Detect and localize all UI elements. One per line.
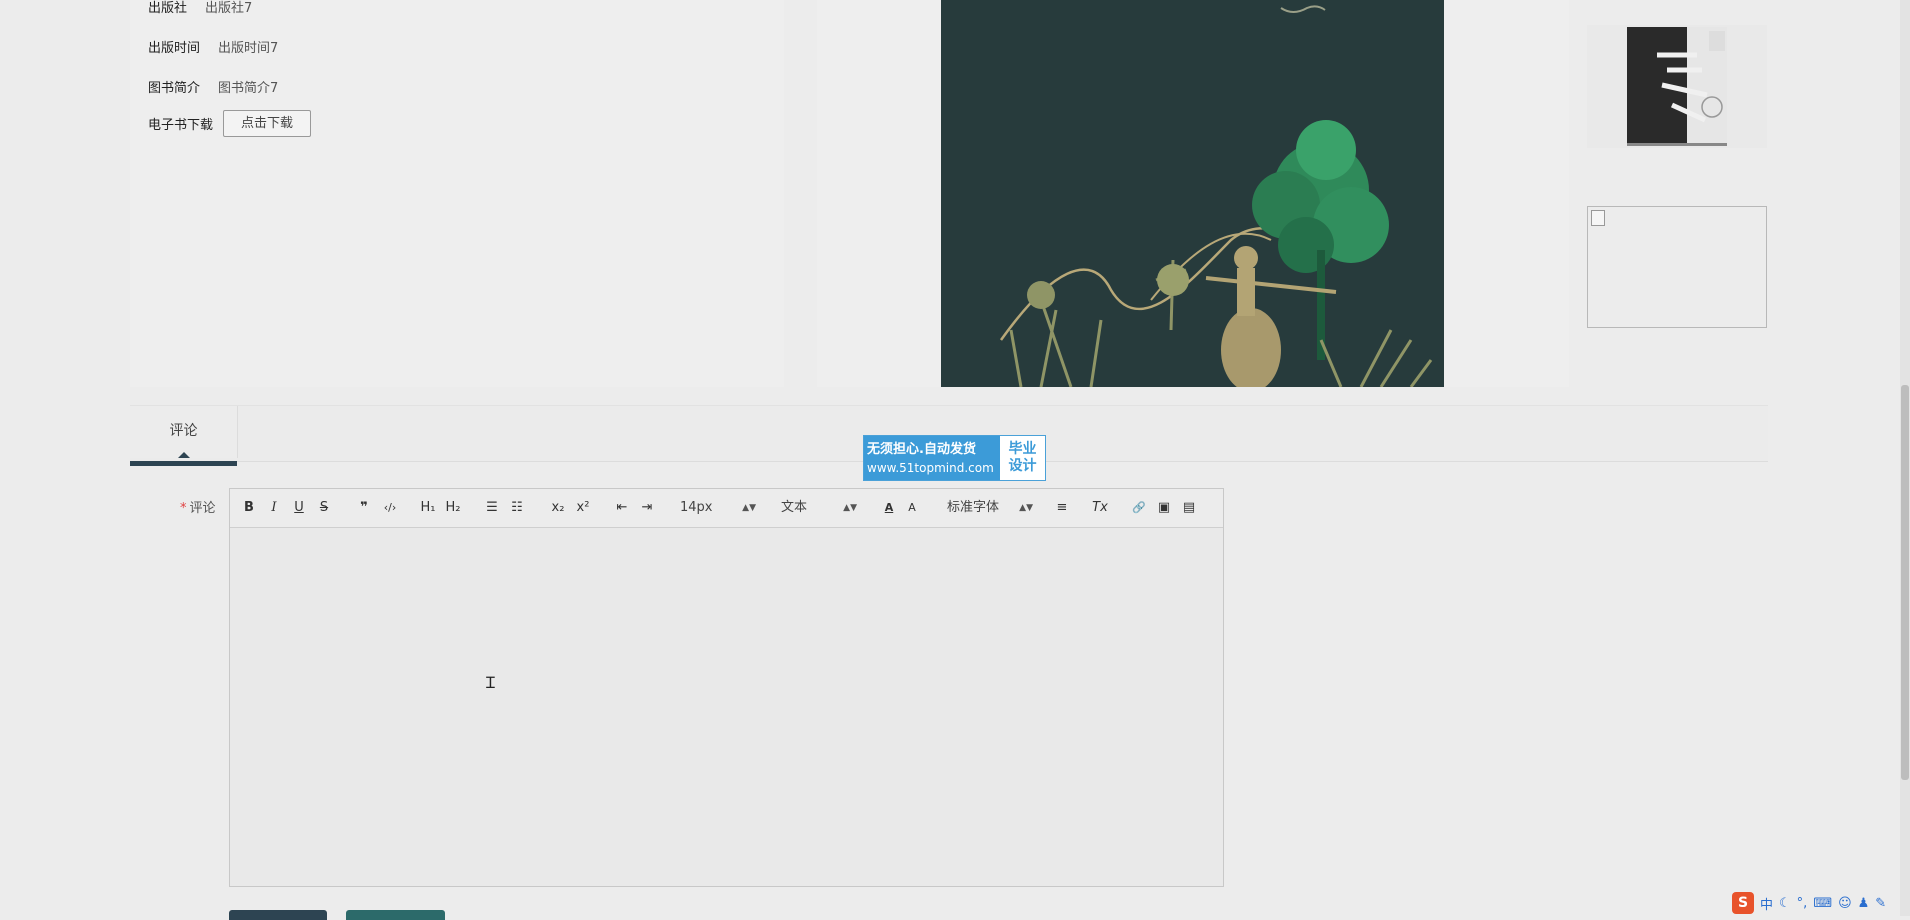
image-button[interactable]: ▣ xyxy=(1155,489,1173,527)
reset-button[interactable] xyxy=(346,910,445,920)
editor-content-area[interactable] xyxy=(230,528,1223,886)
badge-right-top: 毕业 xyxy=(1008,441,1037,457)
tab-active-caret xyxy=(178,452,190,458)
editor-toolbar: B I U S ❞ ‹/› H₁ H₂ ☰ ☷ x₂ x² ⇤ ⇥ 14px ▲… xyxy=(230,489,1223,528)
badge-left: 无须担心.自动发货 www.51topmind.com xyxy=(864,436,1000,480)
ebook-label: 电子书下载 xyxy=(148,118,214,133)
code-block-button[interactable]: ‹/› xyxy=(380,489,400,527)
scrollbar-thumb[interactable] xyxy=(1901,385,1909,780)
user-icon[interactable]: ☺ xyxy=(1838,896,1852,911)
ime-toolbar: S 中 ☾ °, ⌨ ☺ ♟ ✎ xyxy=(1732,890,1900,916)
pub-date-label: 出版时间 xyxy=(148,41,201,56)
badge-line1: 无须担心.自动发货 xyxy=(867,441,976,457)
intro-value: 图书简介7 xyxy=(218,81,279,96)
font-select[interactable]: 标准字体 ▲▼ xyxy=(947,489,1033,527)
subscript-button[interactable]: x₂ xyxy=(548,489,568,527)
bullet-list-button[interactable]: ☷ xyxy=(508,489,526,527)
pub-date-row: 出版时间 出版时间7 xyxy=(148,37,278,56)
ime-logo-icon[interactable]: S xyxy=(1732,892,1754,914)
video-button[interactable]: ▤ xyxy=(1180,489,1198,527)
pub-date-value: 出版时间7 xyxy=(218,41,279,56)
align-button[interactable]: ≡ xyxy=(1053,489,1071,527)
bold-button[interactable]: B xyxy=(240,489,258,527)
strike-button[interactable]: S xyxy=(315,489,333,527)
thumbnail-1-image xyxy=(1627,27,1727,146)
badge-line2: www.51topmind.com xyxy=(867,460,994,475)
wrench-icon[interactable]: ✎ xyxy=(1875,896,1886,911)
header-select[interactable]: 文本 ▲▼ xyxy=(781,489,857,527)
header-1-button[interactable]: H₁ xyxy=(418,489,438,527)
intro-row: 图书简介 图书简介7 xyxy=(148,77,278,96)
size-select[interactable]: 14px ▲▼ xyxy=(680,489,756,527)
publisher-row: 出版社 出版社7 xyxy=(148,0,252,16)
submit-button[interactable] xyxy=(229,910,327,920)
rich-text-editor: B I U S ❞ ‹/› H₁ H₂ ☰ ☷ x₂ x² ⇤ ⇥ 14px ▲… xyxy=(229,488,1224,887)
required-mark: * xyxy=(180,501,187,516)
book-info-panel: 出版社 出版社7 出版时间 出版时间7 图书简介 图书简介7 电子书下载 点击下… xyxy=(130,0,784,387)
intro-label: 图书简介 xyxy=(148,81,201,96)
thumbnail-1[interactable] xyxy=(1587,25,1767,148)
tab-active-underline xyxy=(130,461,237,466)
tab-comment[interactable]: 评论 xyxy=(130,406,238,458)
indent-button[interactable]: ⇥ xyxy=(638,489,656,527)
text-color-button[interactable]: A xyxy=(880,489,898,527)
superscript-button[interactable]: x² xyxy=(573,489,593,527)
publisher-label: 出版社 xyxy=(148,1,188,16)
comment-field-label: * 评论 xyxy=(180,497,216,516)
outdent-button[interactable]: ⇤ xyxy=(613,489,631,527)
comment-label-text: 评论 xyxy=(189,501,216,516)
size-select-arrow-icon: ▲▼ xyxy=(742,503,756,513)
publisher-value: 出版社7 xyxy=(205,1,253,16)
tab-comment-label: 评论 xyxy=(169,423,198,439)
font-select-arrow-icon: ▲▼ xyxy=(1019,503,1033,513)
watermark-badge: 无须担心.自动发货 www.51topmind.com 毕业 设计 xyxy=(863,435,1046,481)
badge-right-bottom: 设计 xyxy=(1008,458,1037,474)
cover-illustration xyxy=(941,0,1444,387)
size-select-value: 14px xyxy=(680,500,713,515)
font-select-value: 标准字体 xyxy=(947,500,1000,515)
link-button[interactable]: 🔗 xyxy=(1130,489,1148,527)
ordered-list-button[interactable]: ☰ xyxy=(483,489,501,527)
badge-right: 毕业 设计 xyxy=(1000,436,1045,480)
header-select-arrow-icon: ▲▼ xyxy=(843,503,857,513)
punctuation-icon[interactable]: °, xyxy=(1797,896,1808,911)
background-color-button[interactable]: A xyxy=(903,489,921,527)
moon-icon[interactable]: ☾ xyxy=(1779,896,1791,911)
keyboard-icon[interactable]: ⌨ xyxy=(1813,896,1832,911)
download-button[interactable]: 点击下载 xyxy=(223,110,312,137)
italic-button[interactable]: I xyxy=(265,489,283,527)
ime-lang-toggle[interactable]: 中 xyxy=(1760,894,1773,913)
book-cover-image xyxy=(941,0,1444,387)
header-select-value: 文本 xyxy=(781,500,808,515)
skin-icon[interactable]: ♟ xyxy=(1858,896,1870,911)
ebook-row: 电子书下载 点击下载 xyxy=(148,110,312,137)
text-cursor-icon: Ɪ xyxy=(486,673,495,692)
thumbnail-2[interactable] xyxy=(1587,206,1767,328)
broken-image-icon xyxy=(1591,210,1605,226)
underline-button[interactable]: U xyxy=(290,489,308,527)
header-2-button[interactable]: H₂ xyxy=(443,489,463,527)
clean-format-button[interactable]: Tx xyxy=(1090,489,1110,527)
blockquote-button[interactable]: ❞ xyxy=(355,489,373,527)
